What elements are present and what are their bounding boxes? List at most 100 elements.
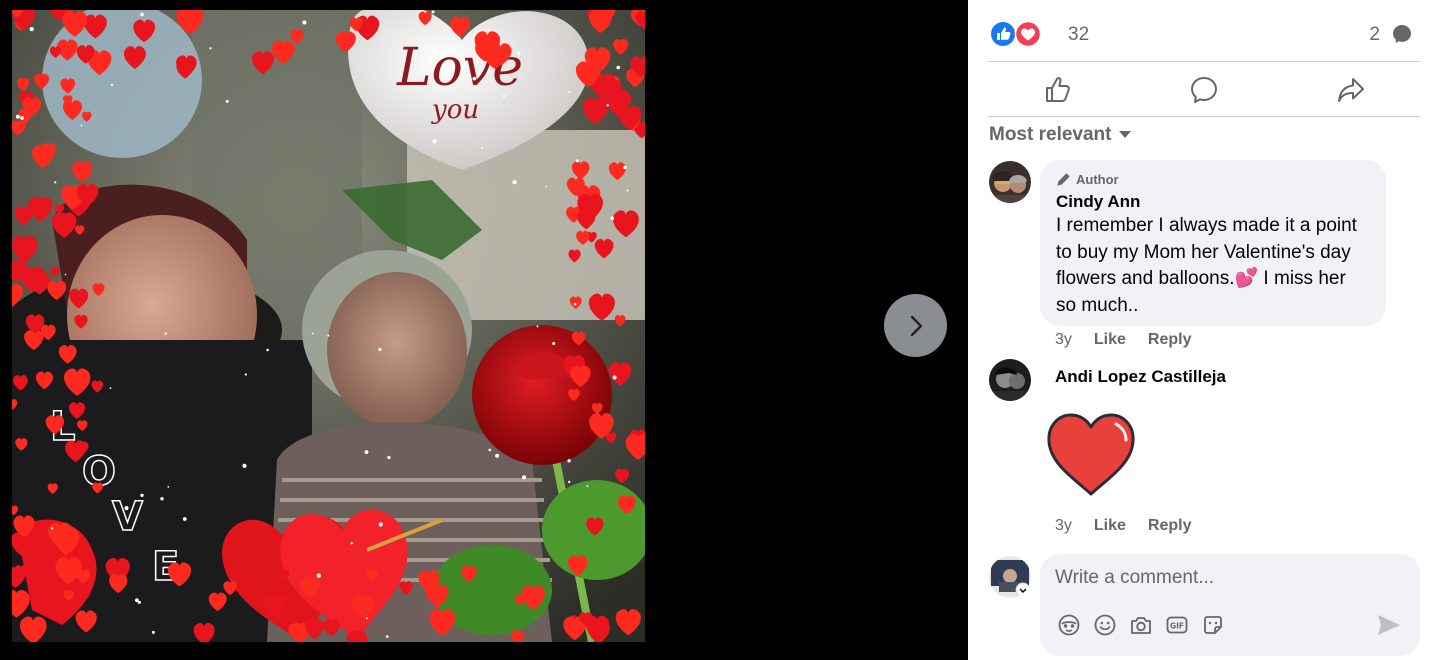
- camera-icon: [1131, 617, 1151, 634]
- next-photo-button[interactable]: [884, 294, 947, 357]
- sparkle: [20, 116, 24, 120]
- sparkle: [244, 373, 247, 376]
- comment-like-link[interactable]: Like: [1094, 331, 1126, 349]
- sparkle: [167, 486, 170, 488]
- post-viewer: Love you L O V E 32 2 Most relevant Auth…: [0, 0, 1430, 660]
- comment-text: I remember I always made it a point to b…: [1056, 215, 1357, 316]
- thumbs-up-icon: [1046, 77, 1070, 102]
- sparkle: [182, 517, 187, 521]
- avatar[interactable]: [989, 359, 1031, 401]
- sparkle: [626, 189, 629, 192]
- sparkle: [568, 90, 571, 93]
- sparkle: [164, 332, 167, 335]
- comment-meta: 3y Like Reply: [1055, 331, 1192, 349]
- current-user-avatar[interactable]: [989, 556, 1031, 598]
- sparkle: [15, 114, 20, 119]
- sparkle: [350, 542, 353, 545]
- sparkle: [385, 635, 389, 638]
- commenter-name[interactable]: Andi Lopez Castilleja: [1055, 367, 1226, 387]
- comment-action-button[interactable]: [1184, 70, 1224, 110]
- post-photo[interactable]: Love you L O V E: [12, 10, 645, 642]
- comment-input[interactable]: [1055, 564, 1395, 592]
- sparkle: [495, 453, 500, 458]
- sparkle: [364, 450, 369, 454]
- camera-button[interactable]: [1128, 612, 1154, 638]
- avatar[interactable]: [989, 161, 1031, 203]
- divider-bottom: [988, 116, 1420, 117]
- sparkle: [378, 347, 382, 352]
- sparkle: [552, 342, 556, 345]
- photo-illustration: Love you L O V E: [12, 10, 645, 642]
- sparkle: [151, 630, 155, 634]
- love-icon: [1014, 21, 1042, 47]
- author-badge: Author: [1056, 170, 1370, 188]
- sparkle: [109, 387, 112, 389]
- sparkle: [545, 185, 548, 188]
- sparkle: [327, 334, 330, 337]
- svg-text:GIF: GIF: [1170, 622, 1184, 631]
- reaction-icons[interactable]: [990, 21, 1042, 47]
- avatar-cindy-ann: [989, 161, 1031, 203]
- sparkle: [302, 20, 307, 25]
- comment-like-link[interactable]: Like: [1094, 517, 1126, 535]
- comment-count[interactable]: 2: [1369, 24, 1380, 46]
- comment-time[interactable]: 3y: [1055, 517, 1072, 535]
- sparkle: [242, 463, 247, 468]
- sparkle: [80, 124, 83, 127]
- sparkle: [266, 348, 269, 352]
- sparkle: [623, 165, 627, 170]
- sparkle: [316, 573, 321, 578]
- sparkle: [124, 506, 129, 511]
- gif-button[interactable]: GIF: [1164, 612, 1190, 638]
- svg-text:V: V: [112, 494, 143, 540]
- chevron-right-icon: [910, 315, 922, 336]
- share-arrow-icon: [1338, 78, 1364, 102]
- send-icon[interactable]: [1376, 612, 1402, 638]
- comment-reply-link[interactable]: Reply: [1148, 331, 1192, 349]
- sparkle: [481, 146, 484, 149]
- sparkle: [568, 480, 571, 484]
- reaction-count[interactable]: 32: [1068, 24, 1089, 46]
- sparkle: [378, 522, 383, 527]
- share-action-button[interactable]: [1331, 70, 1371, 110]
- sparkle: [311, 332, 314, 335]
- sparkle: [29, 27, 34, 32]
- comments-panel: 32 2 Most relevant Author Cindy Ann I re…: [968, 0, 1430, 660]
- comment-time[interactable]: 3y: [1055, 331, 1072, 349]
- sparkle: [431, 10, 435, 14]
- comment-bubble: Author Cindy Ann I remember I always mad…: [1040, 160, 1386, 326]
- pencil-icon: [1057, 172, 1070, 186]
- like-action-button[interactable]: [1038, 70, 1078, 110]
- photo-viewer: Love you L O V E: [0, 0, 968, 660]
- commenter-name[interactable]: Cindy Ann: [1056, 192, 1370, 212]
- heart-sticker-icon: [1047, 413, 1135, 496]
- sparkle: [575, 159, 579, 163]
- sort-dropdown[interactable]: Most relevant: [989, 124, 1132, 146]
- sparkle: [54, 181, 57, 184]
- sticker-icon: [1204, 616, 1222, 634]
- avatar-sticker-icon: [1058, 614, 1080, 636]
- emoji-button[interactable]: [1092, 612, 1118, 638]
- sparkle: [502, 94, 506, 98]
- comment-icon: [1393, 25, 1411, 43]
- sparkle: [387, 455, 391, 460]
- avatar-andi-lopez-castilleja: [989, 359, 1031, 401]
- sparkle: [160, 497, 164, 501]
- sparkle: [225, 99, 229, 103]
- sparkle: [536, 325, 539, 328]
- sparkle: [606, 104, 609, 107]
- comment-reply-link[interactable]: Reply: [1148, 517, 1192, 535]
- sticker-button[interactable]: [1200, 612, 1226, 638]
- avatar-sticker-button[interactable]: [1056, 612, 1082, 638]
- sparkle: [616, 65, 620, 70]
- sparkle: [512, 180, 517, 185]
- sparkle: [573, 302, 577, 306]
- sparkle: [140, 12, 144, 17]
- sparkle: [517, 51, 521, 55]
- sparkle: [365, 617, 368, 620]
- sparkle: [110, 83, 114, 86]
- like-icon: [990, 21, 1016, 47]
- caret-down-icon: [1119, 131, 1132, 139]
- svg-text:you: you: [431, 95, 479, 125]
- gif-icon: GIF: [1166, 616, 1188, 634]
